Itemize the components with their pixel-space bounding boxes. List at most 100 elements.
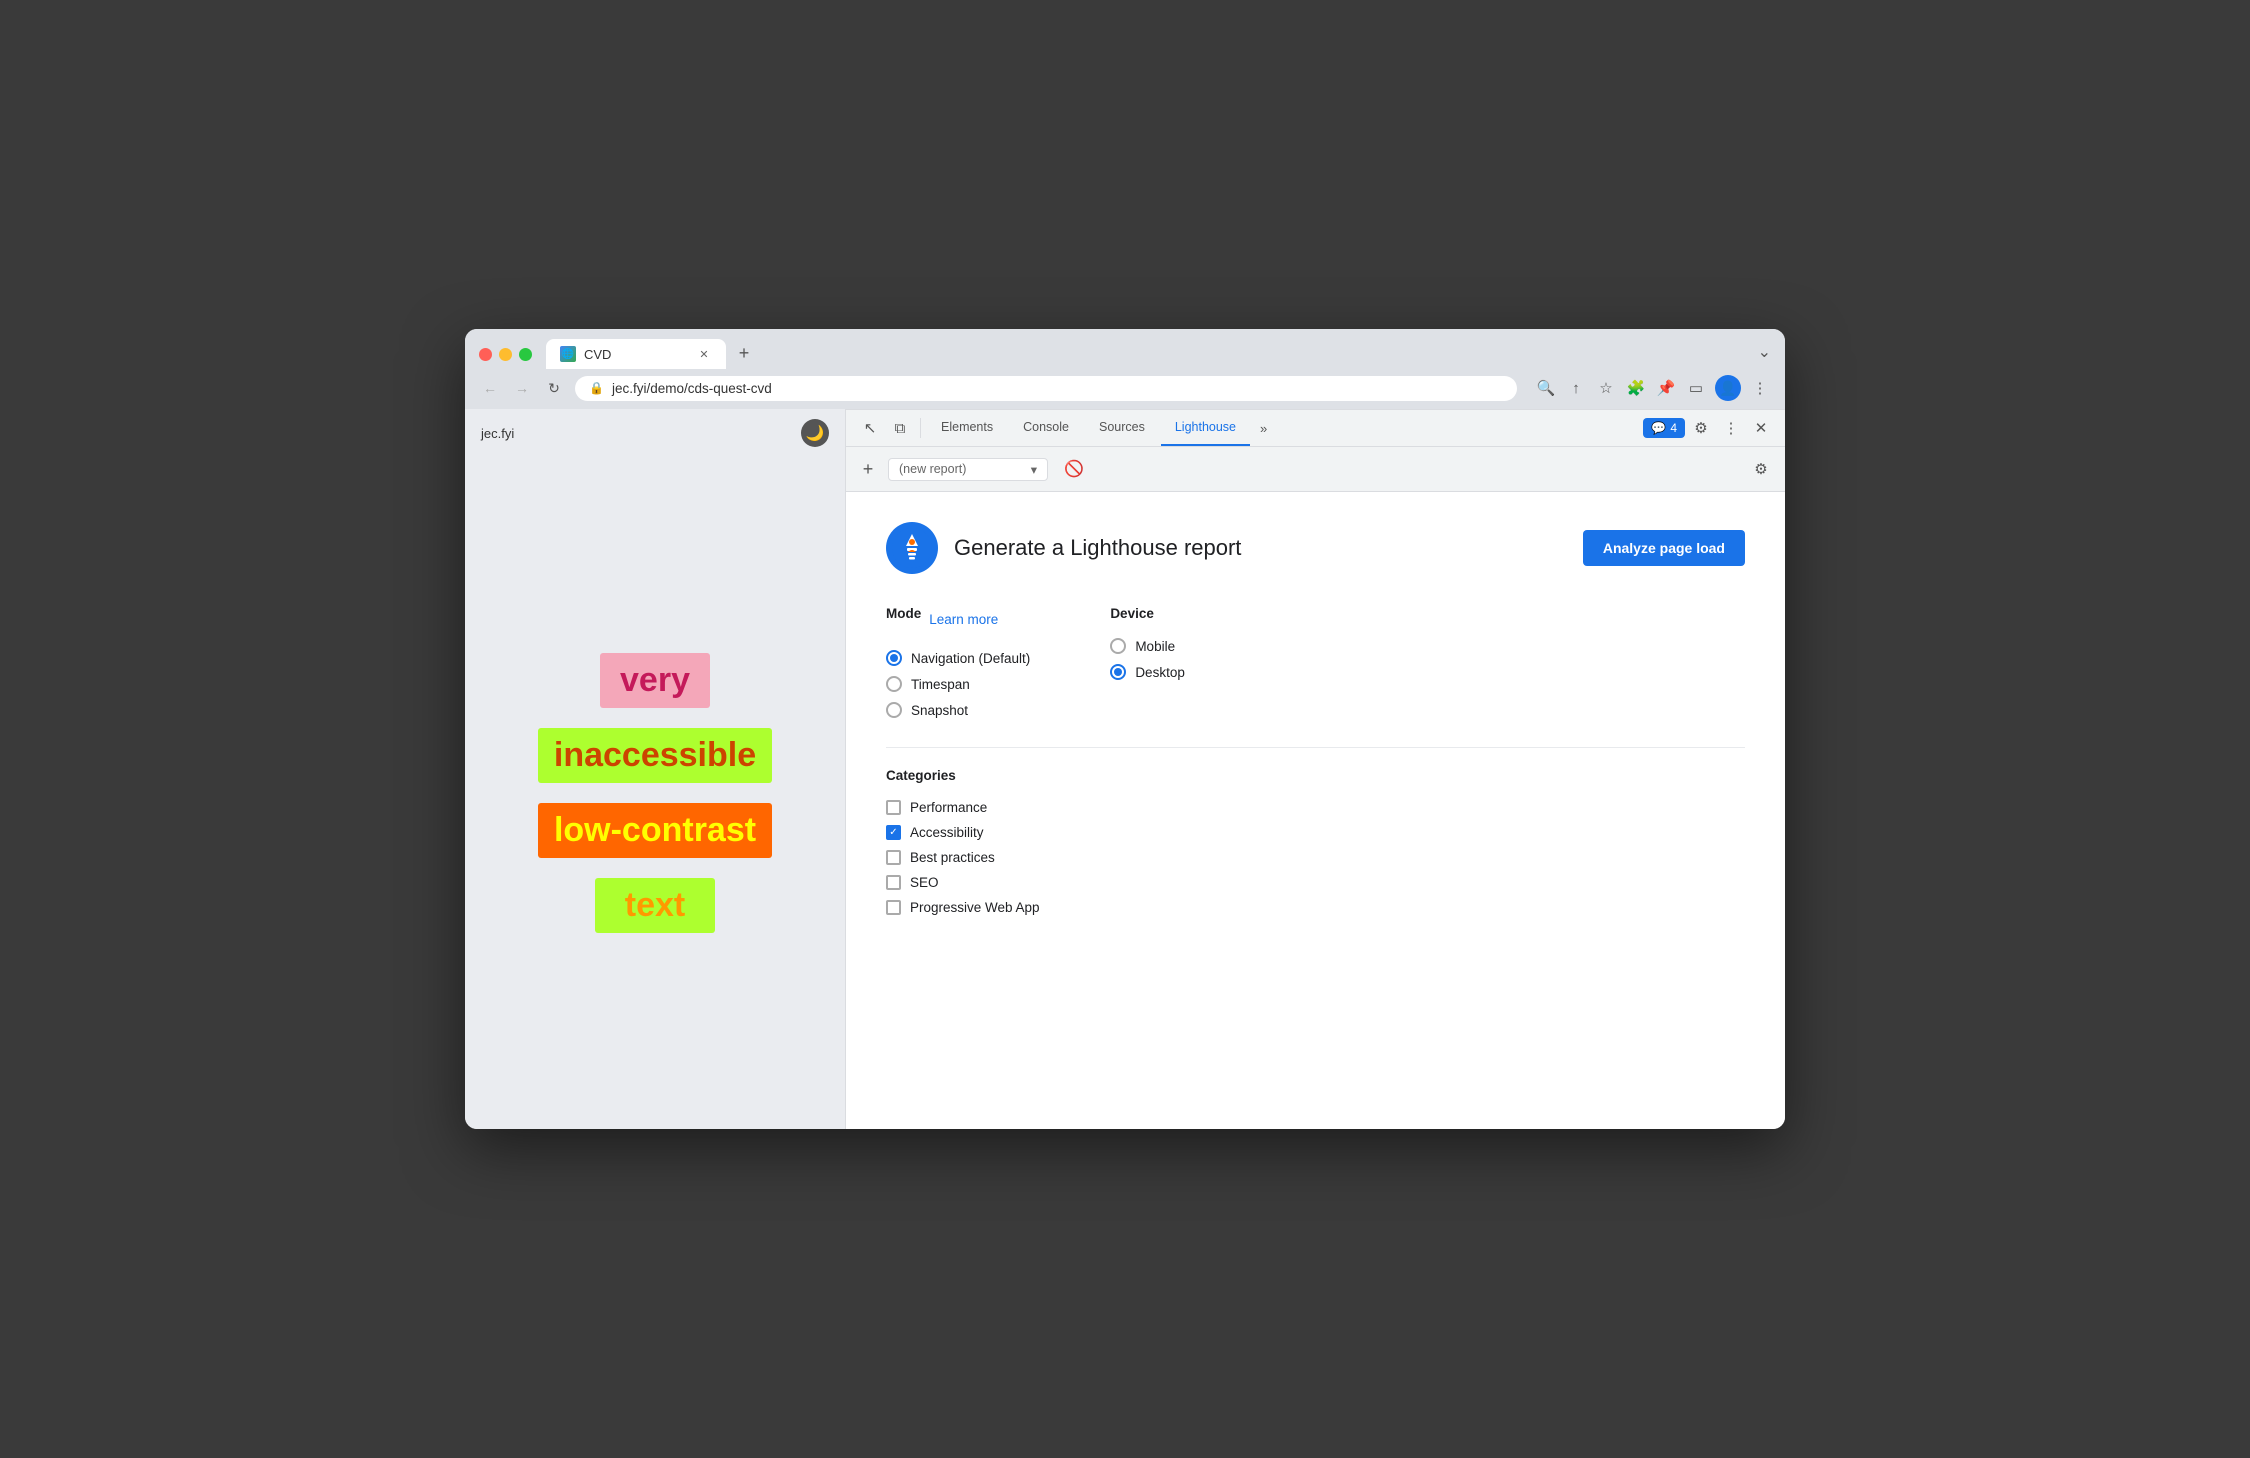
lighthouse-header: Generate a Lighthouse report Analyze pag… bbox=[886, 522, 1745, 574]
extension-icon[interactable]: 🧩 bbox=[1625, 377, 1647, 399]
report-dropdown[interactable]: (new report) ▾ bbox=[888, 458, 1048, 481]
lighthouse-title-area: Generate a Lighthouse report bbox=[886, 522, 1241, 574]
dark-mode-toggle[interactable]: 🌙 bbox=[801, 419, 829, 447]
section-divider bbox=[886, 747, 1745, 748]
report-label: (new report) bbox=[899, 462, 966, 476]
no-icon[interactable]: 🚫 bbox=[1064, 459, 1084, 479]
mode-snapshot[interactable]: Snapshot bbox=[886, 697, 1030, 723]
radio-snapshot-circle bbox=[886, 702, 902, 718]
more-menu-icon[interactable]: ⋮ bbox=[1749, 377, 1771, 399]
category-seo-label: SEO bbox=[910, 875, 939, 890]
url-text: jec.fyi/demo/cds-quest-cvd bbox=[612, 381, 1503, 396]
tab-lighthouse[interactable]: Lighthouse bbox=[1161, 410, 1250, 446]
minimize-button[interactable] bbox=[499, 348, 512, 361]
radio-timespan-circle bbox=[886, 676, 902, 692]
lighthouse-logo bbox=[886, 522, 938, 574]
browser-window: 🌐 CVD ✕ + ⌄ ← → ↻ 🔒 jec.fyi/demo/cds-que… bbox=[465, 329, 1785, 1129]
new-tab-button[interactable]: + bbox=[730, 339, 758, 367]
checkbox-accessibility: ✓ bbox=[886, 825, 901, 840]
checkbox-performance bbox=[886, 800, 901, 815]
address-bar: ← → ↻ 🔒 jec.fyi/demo/cds-quest-cvd 🔍 ↑ ☆… bbox=[465, 369, 1785, 409]
url-bar[interactable]: 🔒 jec.fyi/demo/cds-quest-cvd bbox=[575, 376, 1517, 401]
window-dropdown-icon[interactable]: ⌄ bbox=[1758, 342, 1771, 362]
share-icon[interactable]: ↑ bbox=[1565, 377, 1587, 399]
learn-more-link[interactable]: Learn more bbox=[929, 612, 998, 627]
device-mobile-label: Mobile bbox=[1135, 639, 1175, 654]
webpage-body: very inaccessible low-contrast text bbox=[465, 457, 845, 1129]
responsive-tool-button[interactable]: ⧉ bbox=[886, 410, 914, 446]
checkbox-pwa bbox=[886, 900, 901, 915]
profile-icon[interactable]: 👤 bbox=[1715, 375, 1741, 401]
device-desktop[interactable]: Desktop bbox=[1110, 659, 1185, 685]
more-tabs-button[interactable]: » bbox=[1252, 410, 1275, 446]
word-low-contrast: low-contrast bbox=[538, 803, 772, 858]
mode-navigation-label: Navigation (Default) bbox=[911, 651, 1030, 666]
settings-button[interactable]: ⚙ bbox=[1687, 410, 1715, 446]
radio-navigation-circle bbox=[886, 650, 902, 666]
categories-label: Categories bbox=[886, 768, 1745, 783]
checkbox-seo bbox=[886, 875, 901, 890]
category-performance[interactable]: Performance bbox=[886, 795, 1745, 820]
dropdown-arrow-icon: ▾ bbox=[1031, 462, 1037, 477]
window-controls: ⌄ bbox=[1758, 342, 1771, 362]
devtools-tab-bar: ↖ ⧉ Elements Console Sources Lighthouse … bbox=[846, 409, 1785, 447]
lighthouse-logo-svg bbox=[892, 528, 932, 568]
report-settings-button[interactable]: ⚙ bbox=[1747, 451, 1775, 487]
tab-elements[interactable]: Elements bbox=[927, 410, 1007, 446]
pin-icon[interactable]: 📌 bbox=[1655, 377, 1677, 399]
browser-tab[interactable]: 🌐 CVD ✕ bbox=[546, 339, 726, 369]
category-seo[interactable]: SEO bbox=[886, 870, 1745, 895]
devtools-right-controls: 💬 4 ⚙ ⋮ ✕ bbox=[1643, 410, 1775, 446]
mode-timespan-label: Timespan bbox=[911, 677, 970, 692]
device-mobile[interactable]: Mobile bbox=[1110, 633, 1185, 659]
tab-favicon: 🌐 bbox=[560, 346, 576, 362]
lighthouse-content: Generate a Lighthouse report Analyze pag… bbox=[846, 492, 1785, 1129]
sidecar-icon[interactable]: ▭ bbox=[1685, 377, 1707, 399]
site-label: jec.fyi bbox=[481, 426, 514, 441]
add-report-button[interactable]: + bbox=[856, 457, 880, 481]
back-button[interactable]: ← bbox=[479, 377, 501, 399]
mode-column: Mode Learn more Navigation (Default) Tim… bbox=[886, 606, 1030, 723]
device-label: Device bbox=[1110, 606, 1185, 621]
separator bbox=[920, 418, 921, 438]
categories-section: Categories Performance ✓ Accessibility B… bbox=[886, 768, 1745, 920]
feedback-count: 4 bbox=[1670, 421, 1677, 435]
main-area: jec.fyi 🌙 very inaccessible low-contrast… bbox=[465, 409, 1785, 1129]
traffic-lights bbox=[479, 348, 532, 361]
inspector-tool-button[interactable]: ↖ bbox=[856, 410, 884, 446]
close-devtools-button[interactable]: ✕ bbox=[1747, 410, 1775, 446]
radio-navigation-inner bbox=[890, 654, 898, 662]
radio-mobile-circle bbox=[1110, 638, 1126, 654]
tab-console[interactable]: Console bbox=[1009, 410, 1083, 446]
close-button[interactable] bbox=[479, 348, 492, 361]
forward-button[interactable]: → bbox=[511, 377, 533, 399]
radio-desktop-inner bbox=[1114, 668, 1122, 676]
search-icon[interactable]: 🔍 bbox=[1535, 377, 1557, 399]
mode-snapshot-label: Snapshot bbox=[911, 703, 968, 718]
mode-header-row: Mode Learn more bbox=[886, 606, 1030, 633]
mode-device-row: Mode Learn more Navigation (Default) Tim… bbox=[886, 606, 1745, 723]
tab-close-button[interactable]: ✕ bbox=[696, 346, 712, 362]
new-report-bar: + (new report) ▾ 🚫 ⚙ bbox=[846, 447, 1785, 492]
bookmark-icon[interactable]: ☆ bbox=[1595, 377, 1617, 399]
tabs-row: 🌐 CVD ✕ + bbox=[546, 339, 1750, 369]
feedback-badge[interactable]: 💬 4 bbox=[1643, 418, 1685, 438]
tab-sources[interactable]: Sources bbox=[1085, 410, 1159, 446]
mode-timespan[interactable]: Timespan bbox=[886, 671, 1030, 697]
radio-desktop-circle bbox=[1110, 664, 1126, 680]
category-pwa[interactable]: Progressive Web App bbox=[886, 895, 1745, 920]
analyze-button[interactable]: Analyze page load bbox=[1583, 530, 1745, 566]
title-bar: 🌐 CVD ✕ + ⌄ bbox=[465, 329, 1785, 369]
category-accessibility[interactable]: ✓ Accessibility bbox=[886, 820, 1745, 845]
category-accessibility-label: Accessibility bbox=[910, 825, 984, 840]
more-options-button[interactable]: ⋮ bbox=[1717, 410, 1745, 446]
tab-title: CVD bbox=[584, 347, 688, 362]
category-best-practices[interactable]: Best practices bbox=[886, 845, 1745, 870]
feedback-icon: 💬 bbox=[1651, 421, 1666, 435]
word-very: very bbox=[600, 653, 710, 708]
mode-navigation[interactable]: Navigation (Default) bbox=[886, 645, 1030, 671]
lighthouse-title: Generate a Lighthouse report bbox=[954, 535, 1241, 561]
maximize-button[interactable] bbox=[519, 348, 532, 361]
refresh-button[interactable]: ↻ bbox=[543, 377, 565, 399]
lock-icon: 🔒 bbox=[589, 381, 604, 395]
